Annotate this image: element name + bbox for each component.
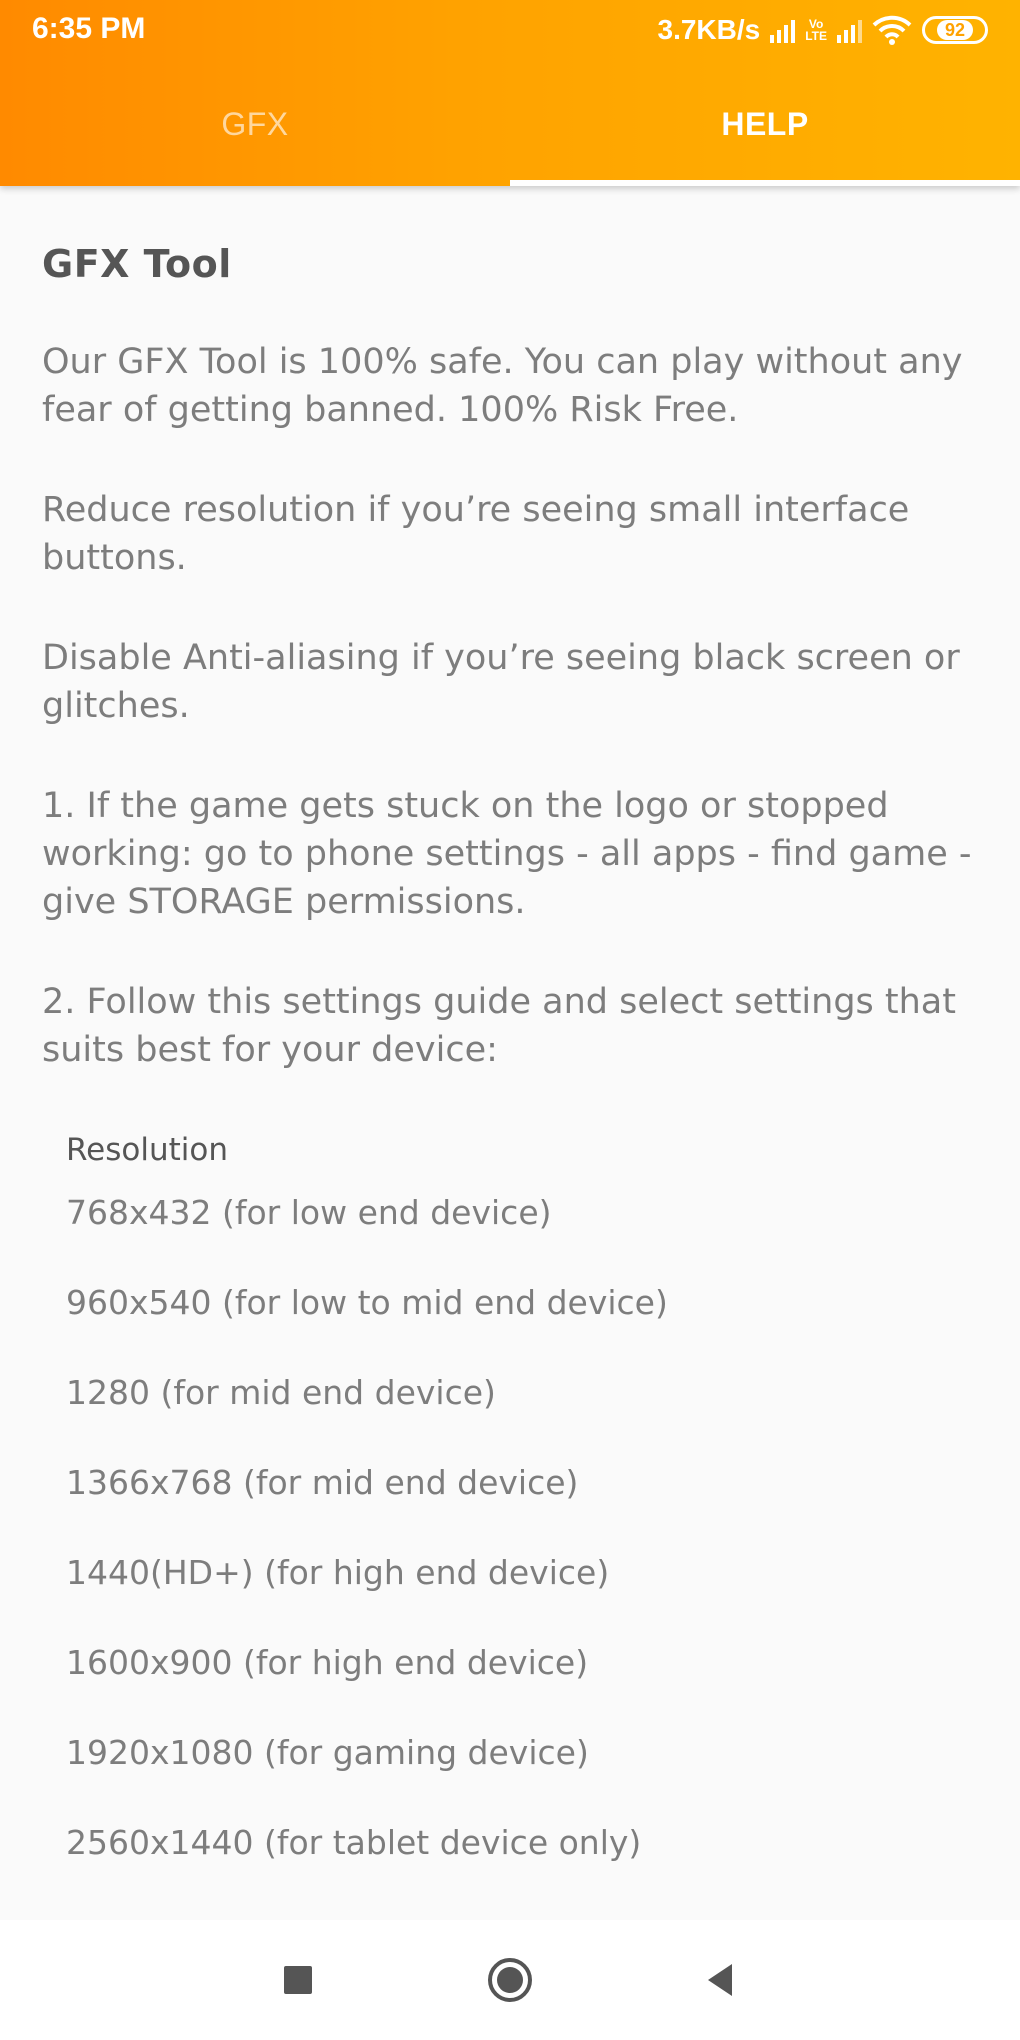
resolution-list: 768x432 (for low end device) 960x540 (fo… xyxy=(42,1168,978,1888)
paragraph-settings-guide: 2. Follow this settings guide and select… xyxy=(42,982,956,1070)
resolution-item: 960x540 (for low to mid end device) xyxy=(66,1283,668,1322)
help-content[interactable]: GFX Tool Our GFX Tool is 100% safe. You … xyxy=(0,186,1020,1920)
navigation-bar xyxy=(0,1920,1020,2040)
status-bar: 6:35 PM 3.7KB/s Vo LTE 92 xyxy=(0,0,1020,62)
recents-icon[interactable] xyxy=(274,1956,322,2004)
status-icons: 3.7KB/s Vo LTE 92 xyxy=(657,10,988,50)
network-speed: 3.7KB/s xyxy=(657,14,761,45)
home-icon[interactable] xyxy=(486,1956,534,2004)
resolution-item: 768x432 (for low end device) xyxy=(66,1193,552,1232)
tab-help-label: HELP xyxy=(721,105,809,142)
signal-icon xyxy=(837,17,862,43)
app-header: 6:35 PM 3.7KB/s Vo LTE 92 GFX HELP xyxy=(0,0,1020,186)
resolution-item: 2560x1440 (for tablet device only) xyxy=(66,1823,642,1862)
tab-gfx[interactable]: GFX xyxy=(0,62,510,186)
resolution-item: 1600x900 (for high end device) xyxy=(66,1643,589,1682)
volte-bottom: LTE xyxy=(805,29,827,43)
page-title: GFX Tool xyxy=(42,242,232,286)
paragraph-anti-aliasing-tip: Disable Anti-aliasing if you’re seeing b… xyxy=(42,638,960,726)
volte-icon: Vo LTE xyxy=(805,18,827,42)
resolution-item: 1920x1080 (for gaming device) xyxy=(66,1733,589,1772)
back-icon[interactable] xyxy=(698,1956,746,2004)
resolution-item: 1440(HD+) (for high end device) xyxy=(66,1553,610,1592)
paragraph-safety: Our GFX Tool is 100% safe. You can play … xyxy=(42,342,963,430)
tab-selected-indicator xyxy=(510,180,1020,186)
resolution-item: 1280 (for mid end device) xyxy=(66,1373,496,1412)
status-time: 6:35 PM xyxy=(32,12,146,45)
wifi-icon xyxy=(872,15,912,45)
resolution-heading: Resolution xyxy=(66,1132,228,1168)
paragraph-stuck-logo-tip: 1. If the game gets stuck on the logo or… xyxy=(42,786,972,922)
battery-icon: 92 xyxy=(922,16,988,44)
battery-level: 92 xyxy=(936,20,974,40)
tab-bar: GFX HELP xyxy=(0,62,1020,186)
resolution-item: 1366x768 (for mid end device) xyxy=(66,1463,579,1502)
signal-icon xyxy=(770,17,796,43)
tab-help[interactable]: HELP xyxy=(510,62,1020,186)
paragraph-resolution-tip: Reduce resolution if you’re seeing small… xyxy=(42,490,910,578)
